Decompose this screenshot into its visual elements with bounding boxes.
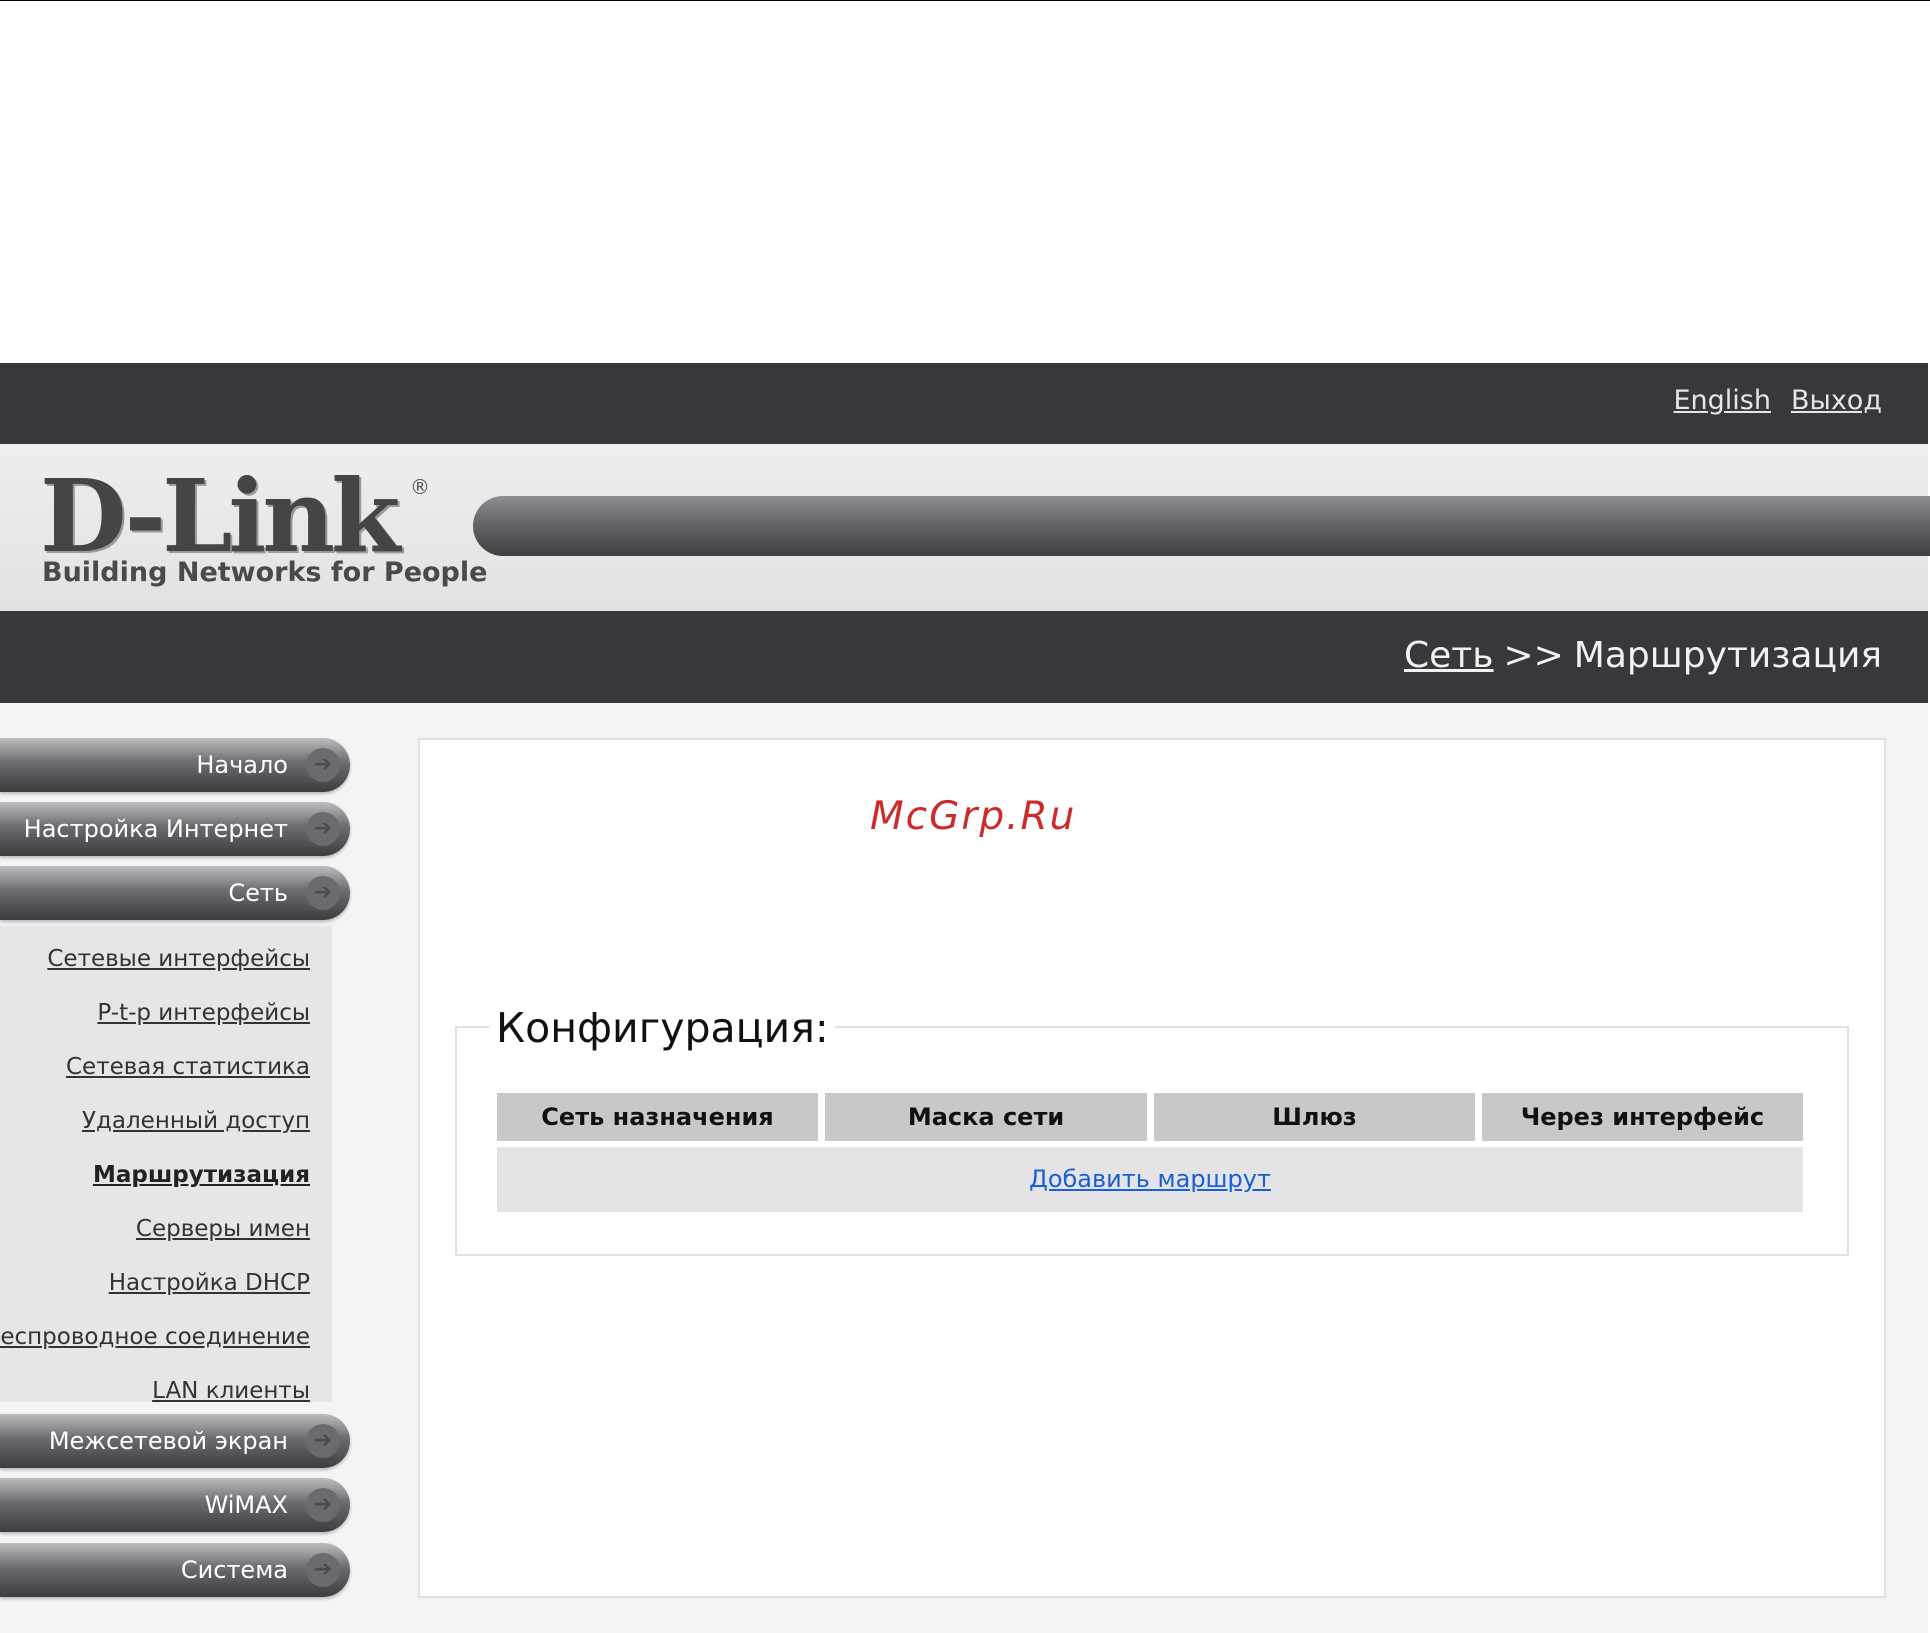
nav-button-label: Межсетевой экран xyxy=(48,1427,288,1455)
submenu-routing[interactable]: Маршрутизация xyxy=(93,1162,310,1188)
watermark: McGrp.Ru xyxy=(870,794,1077,839)
header-decorative-bar xyxy=(473,496,1930,556)
arrow-right-icon: ➔ xyxy=(306,1424,340,1458)
breadcrumb-current: Маршрутизация xyxy=(1573,635,1882,676)
nav-button-wimax[interactable]: WiMAX ➔ xyxy=(0,1478,350,1532)
dlink-logo: D-Link xyxy=(40,457,400,575)
column-header-destination: Сеть назначения xyxy=(497,1093,818,1141)
top-rule xyxy=(0,0,1930,1)
table-row: Добавить маршрут xyxy=(497,1147,1803,1212)
network-submenu: Сетевые интерфейсы P-t-p интерфейсы Сете… xyxy=(0,926,332,1404)
arrow-right-icon: ➔ xyxy=(306,748,340,782)
language-english-link[interactable]: English xyxy=(1673,385,1771,416)
arrow-right-icon: ➔ xyxy=(306,1488,340,1522)
nav-button-internet-setup[interactable]: Настройка Интернет ➔ xyxy=(0,802,350,856)
configuration-fieldset xyxy=(455,1026,1849,1256)
breadcrumb-separator: >> xyxy=(1503,635,1564,676)
section-title: Конфигурация: xyxy=(490,1004,835,1052)
nav-button-system[interactable]: Система ➔ xyxy=(0,1543,350,1597)
submenu-ptp-interfaces[interactable]: P-t-p интерфейсы xyxy=(97,1000,310,1026)
top-bar: English Выход xyxy=(0,363,1928,444)
registered-mark: ® xyxy=(410,475,430,499)
submenu-remote-access[interactable]: Удаленный доступ xyxy=(82,1108,310,1134)
arrow-right-icon: ➔ xyxy=(306,876,340,910)
submenu-wireless[interactable]: Беспроводное соединение xyxy=(0,1324,310,1350)
submenu-dhcp-settings[interactable]: Настройка DHCP xyxy=(109,1270,310,1296)
column-header-interface: Через интерфейс xyxy=(1482,1093,1803,1141)
breadcrumb: Сеть >> Маршрутизация xyxy=(1404,635,1882,676)
submenu-lan-clients[interactable]: LAN клиенты xyxy=(152,1378,310,1404)
arrow-right-icon: ➔ xyxy=(306,812,340,846)
logout-link[interactable]: Выход xyxy=(1791,385,1882,416)
submenu-network-interfaces[interactable]: Сетевые интерфейсы xyxy=(47,946,310,972)
top-links: English Выход xyxy=(1673,385,1882,416)
column-header-netmask: Маска сети назначения xyxy=(825,1093,1147,1179)
nav-button-label: Начало xyxy=(196,751,288,779)
submenu-name-servers[interactable]: Серверы имен xyxy=(136,1216,310,1242)
breadcrumb-bar: Сеть >> Маршрутизация xyxy=(0,611,1928,703)
nav-button-label: Система xyxy=(180,1556,288,1584)
add-route-link[interactable]: Добавить маршрут xyxy=(1029,1165,1271,1193)
breadcrumb-network-link[interactable]: Сеть xyxy=(1404,635,1493,676)
logo-tagline: Building Networks for People xyxy=(42,557,488,588)
column-header-gateway: Шлюз xyxy=(1154,1093,1475,1141)
nav-button-network[interactable]: Сеть ➔ xyxy=(0,866,350,920)
nav-button-label: Настройка Интернет xyxy=(23,815,288,843)
nav-button-label: WiMAX xyxy=(204,1491,288,1519)
nav-button-firewall[interactable]: Межсетевой экран ➔ xyxy=(0,1414,350,1468)
arrow-right-icon: ➔ xyxy=(306,1553,340,1587)
nav-button-home[interactable]: Начало ➔ xyxy=(0,738,350,792)
nav-button-label: Сеть xyxy=(228,879,288,907)
submenu-network-statistics[interactable]: Сетевая статистика xyxy=(66,1054,310,1080)
